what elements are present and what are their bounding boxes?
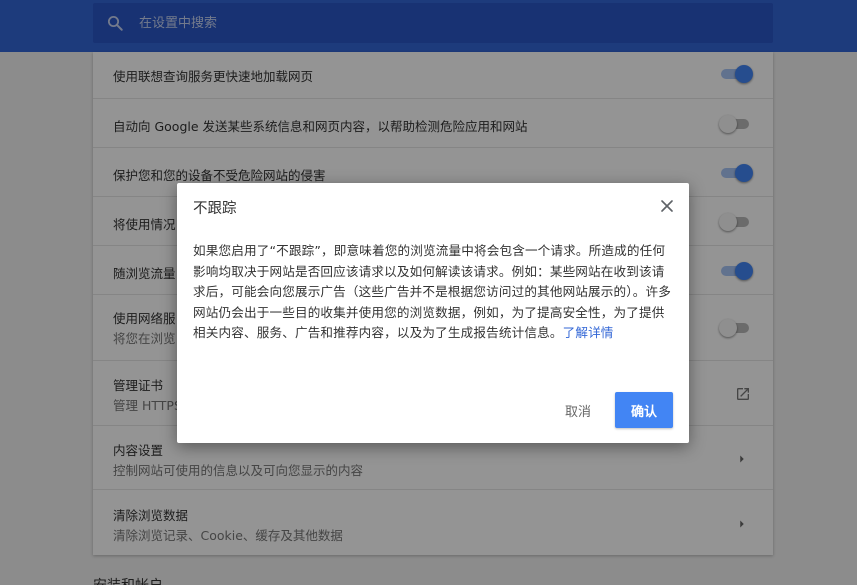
dialog-title: 不跟踪 [193, 201, 237, 217]
dialog-body: 如果您启用了“不跟踪”，即意味着您的浏览流量中将会包含一个请求。所造成的任何影响… [193, 241, 675, 344]
confirm-button[interactable]: 确认 [615, 392, 673, 428]
close-icon[interactable] [657, 196, 677, 216]
do-not-track-dialog: 不跟踪 如果您启用了“不跟踪”，即意味着您的浏览流量中将会包含一个请求。所造成的… [177, 183, 689, 443]
learn-more-link[interactable]: 了解详情 [563, 325, 614, 340]
cancel-button[interactable]: 取消 [551, 392, 605, 428]
